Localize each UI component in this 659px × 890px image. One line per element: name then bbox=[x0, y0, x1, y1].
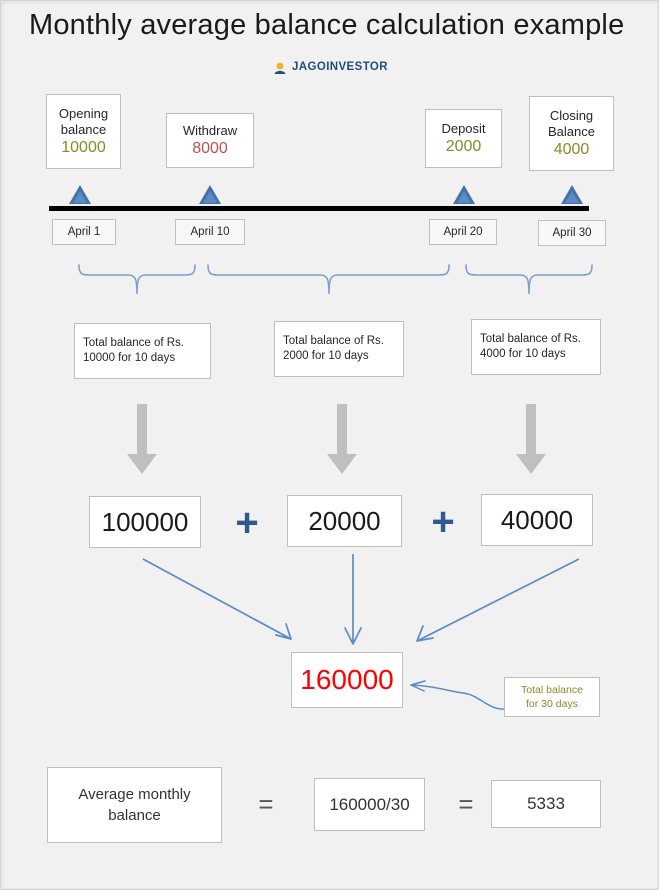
timeline-bar bbox=[49, 206, 589, 211]
event-label-line2: Balance bbox=[548, 124, 595, 139]
period-note-box-2: Total balance of Rs. 2000 for 10 days bbox=[274, 321, 404, 377]
event-box-opening-balance: Opening balance 10000 bbox=[46, 94, 121, 169]
page-title: Monthly average balance calculation exam… bbox=[29, 9, 625, 41]
event-box-closing-balance: Closing Balance 4000 bbox=[529, 96, 614, 171]
equals-operator-1: = bbox=[258, 788, 274, 819]
date-box-april-10: April 10 bbox=[175, 219, 245, 245]
brace-period-2 bbox=[205, 263, 452, 297]
down-arrow-icon bbox=[325, 404, 359, 476]
product-box-3: 40000 bbox=[481, 494, 593, 546]
product-box-2: 20000 bbox=[287, 495, 402, 547]
date-box-april-30: April 30 bbox=[538, 220, 606, 246]
average-balance-label-box: Average monthly balance bbox=[47, 767, 222, 843]
period-note-box-3: Total balance of Rs. 4000 for 10 days bbox=[471, 319, 601, 375]
brace-period-1 bbox=[76, 263, 198, 297]
plus-operator-2: + bbox=[431, 500, 455, 544]
event-label-line2: balance bbox=[60, 122, 107, 137]
event-value: 4000 bbox=[553, 141, 590, 158]
date-box-april-1: April 1 bbox=[52, 219, 116, 245]
triangle-marker-icon bbox=[453, 185, 475, 204]
brace-period-3 bbox=[463, 263, 595, 297]
sum-annotation-box: Total balance for 30 days bbox=[504, 677, 600, 717]
event-value: 2000 bbox=[445, 138, 482, 155]
converging-arrow-left bbox=[141, 557, 321, 652]
event-box-deposit: Deposit 2000 bbox=[425, 109, 502, 168]
event-label-line1: Opening bbox=[58, 106, 109, 121]
event-box-withdraw: Withdraw 8000 bbox=[166, 113, 254, 168]
average-label-line2: balance bbox=[108, 807, 161, 824]
triangle-marker-icon bbox=[199, 185, 221, 204]
diagram-canvas: Monthly average balance calculation exam… bbox=[0, 0, 659, 890]
period-note-text: Total balance of Rs. 10000 for 10 days bbox=[83, 337, 185, 364]
product-box-1: 100000 bbox=[89, 496, 201, 548]
sum-annotation-line1: Total balance bbox=[521, 684, 583, 696]
period-note-box-1: Total balance of Rs. 10000 for 10 days bbox=[74, 323, 211, 379]
triangle-marker-icon bbox=[69, 185, 91, 204]
down-arrow-icon bbox=[125, 404, 159, 476]
period-note-text: Total balance of Rs. 4000 for 10 days bbox=[480, 333, 582, 360]
final-result-box: 5333 bbox=[491, 780, 601, 828]
average-label-line1: Average monthly bbox=[78, 786, 191, 803]
period-note-text: Total balance of Rs. 2000 for 10 days bbox=[283, 335, 385, 362]
plus-operator-1: + bbox=[235, 501, 259, 545]
event-label-line1: Deposit bbox=[441, 121, 486, 136]
event-label-line1: Withdraw bbox=[182, 123, 238, 138]
date-box-april-20: April 20 bbox=[429, 219, 497, 245]
curved-arrow-icon bbox=[405, 673, 510, 718]
event-value: 8000 bbox=[192, 140, 228, 157]
jagoinvestor-logo-icon bbox=[273, 61, 287, 75]
converging-arrow-right bbox=[413, 557, 581, 652]
event-label-line1: Closing bbox=[549, 108, 594, 123]
converging-arrow-center bbox=[341, 554, 365, 653]
event-value: 10000 bbox=[61, 139, 106, 156]
triangle-marker-icon bbox=[561, 185, 583, 204]
expression-box: 160000/30 bbox=[314, 778, 425, 831]
sum-box-total: 160000 bbox=[291, 652, 403, 708]
sum-annotation-line2: for 30 days bbox=[526, 698, 578, 710]
brand-logo: JAGOINVESTOR bbox=[1, 61, 658, 79]
brand-name: JAGOINVESTOR bbox=[292, 61, 388, 74]
down-arrow-icon bbox=[514, 404, 548, 476]
equals-operator-2: = bbox=[458, 788, 474, 819]
